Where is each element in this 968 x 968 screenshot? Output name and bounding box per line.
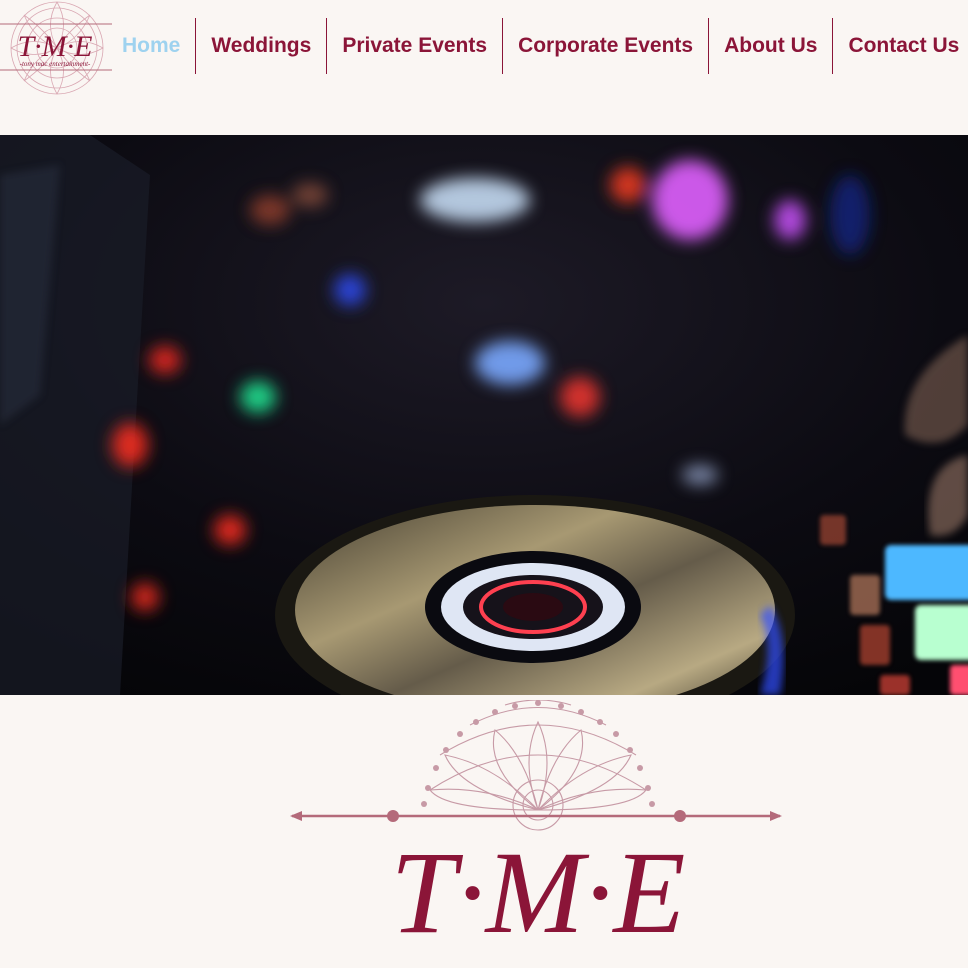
mandala-logo-icon: T·M·E -tony mac entertainment- bbox=[0, 1, 112, 95]
site-logo[interactable]: T·M·E -tony mac entertainment- bbox=[0, 0, 118, 98]
site-header: T·M·E -tony mac entertainment- Home Wedd… bbox=[0, 0, 968, 135]
nav-item-weddings[interactable]: Weddings bbox=[195, 18, 326, 74]
main-navigation: Home Weddings Private Events Corporate E… bbox=[108, 18, 968, 74]
nav-item-contact-us[interactable]: Contact Us bbox=[832, 18, 968, 74]
hero-image bbox=[0, 135, 968, 695]
nav-item-about-us[interactable]: About Us bbox=[708, 18, 832, 74]
logo-monogram: T·M·E bbox=[18, 30, 93, 63]
dj-controller-icon bbox=[0, 135, 968, 695]
nav-item-corporate-events[interactable]: Corporate Events bbox=[502, 18, 708, 74]
logo-tagline: -tony mac entertainment- bbox=[20, 60, 91, 68]
nav-item-private-events[interactable]: Private Events bbox=[326, 18, 502, 74]
brand-logo-large: T·M·E bbox=[280, 699, 790, 960]
mandala-monogram-icon: T·M·E bbox=[290, 699, 782, 958]
nav-item-home[interactable]: Home bbox=[108, 18, 195, 74]
logo-monogram-large: T·M·E bbox=[391, 827, 686, 958]
